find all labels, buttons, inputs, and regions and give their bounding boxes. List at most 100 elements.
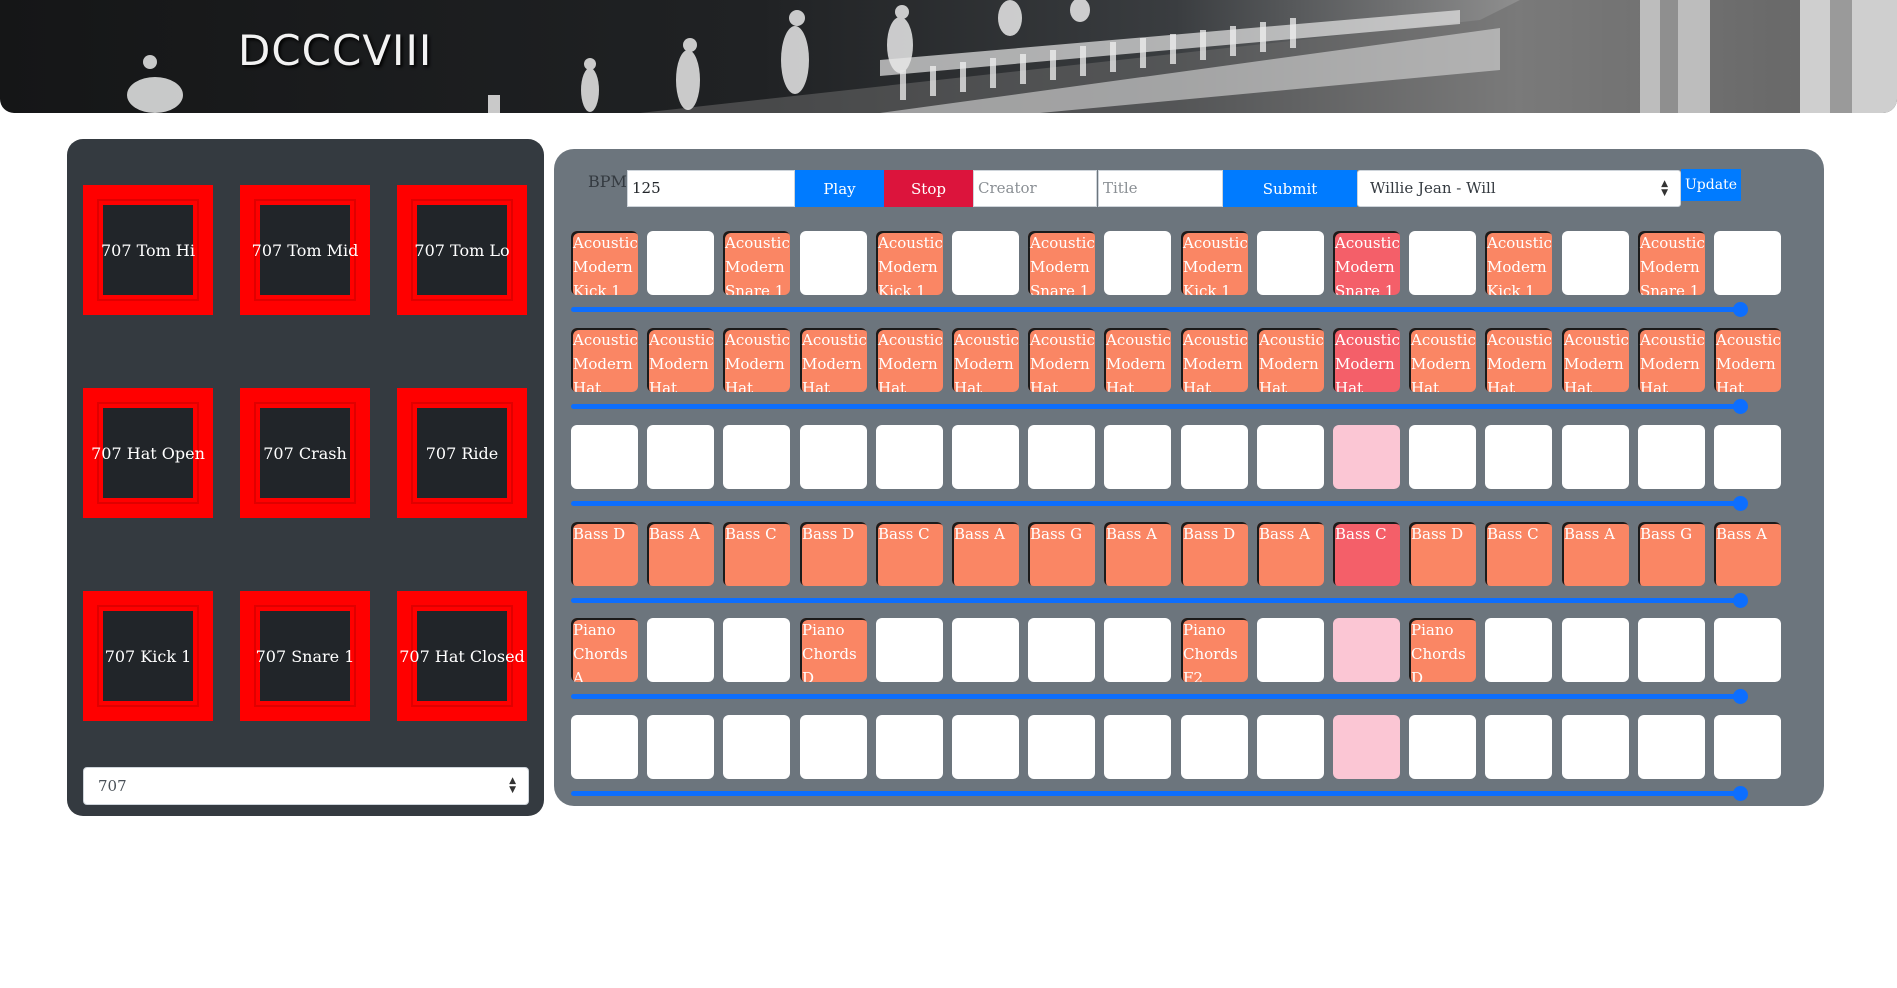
update-button[interactable]: Update [1681,169,1741,201]
step-cell[interactable]: Acoustic Modern Snare 1 [1638,231,1705,295]
step-cell[interactable]: Acoustic Modern Hat [1562,328,1629,392]
volume-slider-thumb[interactable] [1733,302,1748,317]
step-cell[interactable] [1181,425,1248,489]
step-cell[interactable]: Acoustic Modern Kick 1 [876,231,943,295]
step-cell[interactable]: Acoustic Modern Snare 1 [723,231,790,295]
step-cell[interactable]: Acoustic Modern Hat [1333,328,1400,392]
step-cell[interactable] [952,618,1019,682]
volume-slider[interactable] [571,593,1748,608]
step-cell[interactable]: Bass A [952,522,1019,586]
step-cell[interactable]: Bass A [1104,522,1171,586]
step-cell[interactable] [952,715,1019,779]
submit-button[interactable]: Submit [1223,170,1357,207]
step-cell[interactable] [723,715,790,779]
step-cell[interactable]: Acoustic Modern Hat [1257,328,1324,392]
pad-707-snare-1[interactable]: 707 Snare 1 [240,591,370,721]
step-cell[interactable] [876,425,943,489]
step-cell[interactable] [1485,715,1552,779]
step-cell[interactable]: Acoustic Modern Hat [952,328,1019,392]
step-cell[interactable] [800,231,867,295]
step-cell[interactable] [1028,618,1095,682]
volume-slider[interactable] [571,399,1748,414]
step-cell[interactable] [1257,231,1324,295]
step-cell[interactable] [1409,425,1476,489]
step-cell[interactable] [1714,618,1781,682]
volume-slider-thumb[interactable] [1733,496,1748,511]
step-cell[interactable]: Piano Chords A [571,618,638,682]
volume-slider-thumb[interactable] [1733,689,1748,704]
pad-707-ride[interactable]: 707 Ride [397,388,527,518]
step-cell[interactable]: Bass C [723,522,790,586]
step-cell[interactable] [1714,231,1781,295]
volume-slider[interactable] [571,496,1748,511]
step-cell[interactable] [1104,231,1171,295]
step-cell[interactable]: Piano Chords F2 [1181,618,1248,682]
step-cell[interactable]: Acoustic Modern Hat [647,328,714,392]
pad-707-tom-lo[interactable]: 707 Tom Lo [397,185,527,315]
step-cell[interactable]: Acoustic Modern Kick 1 [1485,231,1552,295]
step-cell[interactable] [1562,618,1629,682]
step-cell[interactable]: Acoustic Modern Snare 1 [1333,231,1400,295]
step-cell[interactable] [1028,425,1095,489]
step-cell[interactable] [800,425,867,489]
step-cell[interactable]: Acoustic Modern Hat [1638,328,1705,392]
step-cell[interactable]: Bass C [1485,522,1552,586]
step-cell[interactable]: Acoustic Modern Kick 1 [571,231,638,295]
step-cell[interactable] [1409,715,1476,779]
step-cell[interactable]: Acoustic Modern Hat [1028,328,1095,392]
step-cell[interactable] [952,425,1019,489]
volume-slider-thumb[interactable] [1733,593,1748,608]
step-cell[interactable]: Bass G [1638,522,1705,586]
step-cell[interactable] [647,618,714,682]
step-cell[interactable]: Bass A [647,522,714,586]
step-cell[interactable]: Bass D [1409,522,1476,586]
pad-707-hat-open[interactable]: 707 Hat Open [83,388,213,518]
step-cell[interactable]: Bass A [1714,522,1781,586]
step-cell[interactable]: Bass D [1181,522,1248,586]
play-button[interactable]: Play [795,170,884,207]
volume-slider[interactable] [571,302,1748,317]
bpm-input[interactable]: 125 [627,170,795,207]
step-cell[interactable] [1562,715,1629,779]
step-cell[interactable]: Acoustic Modern Kick 1 [1181,231,1248,295]
step-cell[interactable]: Acoustic Modern Hat [1104,328,1171,392]
step-cell[interactable]: Acoustic Modern Hat [1409,328,1476,392]
volume-slider-thumb[interactable] [1733,786,1748,801]
step-cell[interactable] [723,618,790,682]
step-cell[interactable] [1333,618,1400,682]
step-cell[interactable] [1104,425,1171,489]
step-cell[interactable] [1104,618,1171,682]
step-cell[interactable] [1333,425,1400,489]
step-cell[interactable]: Acoustic Modern Hat [1485,328,1552,392]
step-cell[interactable] [1409,231,1476,295]
pad-707-tom-hi[interactable]: 707 Tom Hi [83,185,213,315]
pad-707-hat-closed[interactable]: 707 Hat Closed [397,591,527,721]
step-cell[interactable] [1104,715,1171,779]
step-cell[interactable] [1562,231,1629,295]
step-cell[interactable] [1638,618,1705,682]
step-cell[interactable] [1257,715,1324,779]
step-cell[interactable] [647,715,714,779]
step-cell[interactable]: Acoustic Modern Hat [800,328,867,392]
step-cell[interactable] [723,425,790,489]
step-cell[interactable]: Piano Chords D [800,618,867,682]
step-cell[interactable] [1181,715,1248,779]
volume-slider[interactable] [571,689,1748,704]
step-cell[interactable] [1485,425,1552,489]
step-cell[interactable] [1714,425,1781,489]
song-select[interactable]: Willie Jean - Will ▲ ▼ [1357,170,1681,207]
step-cell[interactable] [571,425,638,489]
step-cell[interactable]: Acoustic Modern Hat [571,328,638,392]
step-cell[interactable]: Piano Chords D [1409,618,1476,682]
step-cell[interactable]: Bass D [571,522,638,586]
step-cell[interactable] [800,715,867,779]
volume-slider-thumb[interactable] [1733,399,1748,414]
step-cell[interactable] [1028,715,1095,779]
step-cell[interactable]: Acoustic Modern Hat [723,328,790,392]
step-cell[interactable] [571,715,638,779]
step-cell[interactable]: Bass A [1562,522,1629,586]
creator-input[interactable]: Creator [973,170,1097,207]
kit-select[interactable]: 707 ▲ ▼ [83,767,529,805]
title-input[interactable]: Title [1098,170,1223,207]
step-cell[interactable] [1638,425,1705,489]
